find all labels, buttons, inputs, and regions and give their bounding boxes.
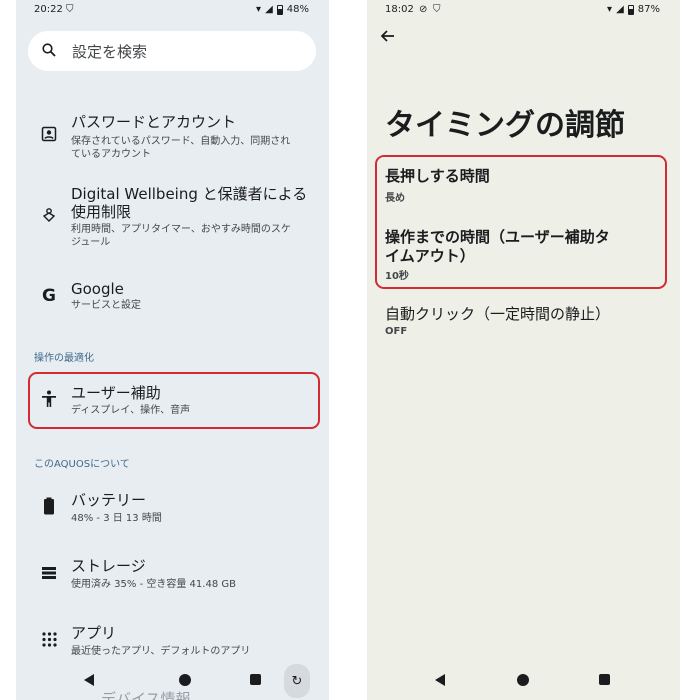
battery-icon bbox=[276, 4, 283, 15]
navigation-bar: ↻ bbox=[16, 662, 329, 700]
apps-icon bbox=[38, 632, 60, 651]
section-header: このAQUOSについて bbox=[34, 459, 130, 470]
settings-item-subtitle: 使用済み 35% - 空き容量 41.48 GB bbox=[71, 579, 236, 590]
status-time: 20:22 bbox=[34, 4, 63, 15]
wifi-icon: ▾ bbox=[256, 4, 262, 15]
settings-item-wellbeing[interactable]: Digital Wellbeing と保護者による使用制限 利用時間、アプリタイ… bbox=[16, 183, 329, 255]
home-icon[interactable] bbox=[179, 674, 191, 686]
rotate-icon[interactable]: ↻ bbox=[284, 664, 310, 698]
settings-item-subtitle: サービスと設定 bbox=[71, 300, 141, 311]
settings-item-title: アプリ bbox=[71, 624, 117, 642]
settings-item-subtitle: 最近使ったアプリ、デフォルトのアプリ bbox=[71, 646, 251, 657]
recents-icon[interactable] bbox=[250, 674, 261, 685]
settings-item-title: バッテリー bbox=[71, 491, 147, 509]
settings-item-subtitle: 保存されているパスワード、自動入力、同期されているアカウント bbox=[71, 136, 291, 160]
status-bar: 18:02 ⊘ ⛉ ▾ ◢ 87% bbox=[367, 0, 680, 22]
back-arrow-icon[interactable] bbox=[379, 28, 395, 49]
recents-icon[interactable] bbox=[599, 674, 610, 685]
search-icon bbox=[42, 42, 72, 61]
highlight-box bbox=[375, 155, 667, 289]
highlight-box bbox=[28, 372, 320, 429]
settings-screen: 20:22 ⛉ ▾ ◢ 48% 設定を検索 パスワードとアカウント 保存されてい… bbox=[16, 0, 329, 700]
account-box-icon bbox=[38, 126, 60, 146]
search-bar[interactable]: 設定を検索 bbox=[28, 31, 316, 71]
wifi-icon: ▾ bbox=[607, 4, 613, 15]
battery-level: 48% bbox=[286, 4, 309, 15]
status-time: 18:02 bbox=[385, 4, 414, 15]
signal-icon: ◢ bbox=[265, 4, 273, 15]
settings-item-title: ストレージ bbox=[71, 557, 146, 575]
setting-value: OFF bbox=[385, 326, 408, 337]
back-icon[interactable] bbox=[84, 674, 94, 686]
settings-item-apps[interactable]: アプリ 最近使ったアプリ、デフォルトのアプリ bbox=[16, 622, 329, 662]
shield-icon: ⛉ bbox=[433, 4, 441, 15]
settings-item-subtitle: 利用時間、アプリタイマー、おやすみ時間のスケジュール bbox=[71, 224, 291, 248]
battery-level: 87% bbox=[637, 4, 660, 15]
signal-icon: ◢ bbox=[616, 4, 624, 15]
battery-icon bbox=[38, 497, 60, 519]
page-title: タイミングの調節 bbox=[385, 108, 625, 143]
status-bar: 20:22 ⛉ ▾ ◢ 48% bbox=[16, 0, 329, 22]
status-right: ▾ ◢ 87% bbox=[607, 4, 660, 15]
search-placeholder: 設定を検索 bbox=[72, 42, 148, 61]
timing-settings-screen: 18:02 ⊘ ⛉ ▾ ◢ 87% タイミングの調節 長押しする時間 長め 操作… bbox=[367, 0, 680, 700]
settings-item-battery[interactable]: バッテリー 48% - 3 日 13 時間 bbox=[16, 489, 329, 529]
settings-item-subtitle: 48% - 3 日 13 時間 bbox=[71, 513, 162, 524]
home-icon[interactable] bbox=[517, 674, 529, 686]
settings-item-passwords[interactable]: パスワードとアカウント 保存されているパスワード、自動入力、同期されているアカウ… bbox=[16, 110, 329, 166]
setting-auto-click[interactable]: 自動クリック（一定時間の静止） OFF bbox=[367, 303, 680, 343]
settings-item-storage[interactable]: ストレージ 使用済み 35% - 空き容量 41.48 GB bbox=[16, 555, 329, 595]
setting-title: 自動クリック（一定時間の静止） bbox=[385, 305, 611, 323]
google-icon: G bbox=[42, 286, 56, 306]
storage-icon bbox=[38, 565, 60, 584]
navigation-bar bbox=[367, 662, 680, 700]
wellbeing-icon bbox=[38, 207, 60, 227]
back-icon[interactable] bbox=[435, 674, 445, 686]
settings-item-title: Digital Wellbeing と保護者による使用制限 bbox=[71, 185, 308, 221]
status-right: ▾ ◢ 48% bbox=[256, 4, 309, 15]
settings-item-title: Google bbox=[71, 280, 124, 298]
no-disturb-icon: ⊘ bbox=[419, 4, 428, 15]
settings-item-title: パスワードとアカウント bbox=[71, 113, 237, 131]
section-header: 操作の最適化 bbox=[34, 353, 94, 364]
settings-item-google[interactable]: G Google サービスと設定 bbox=[16, 278, 329, 318]
shield-icon: ⛉ bbox=[66, 4, 74, 15]
battery-icon bbox=[627, 4, 634, 15]
